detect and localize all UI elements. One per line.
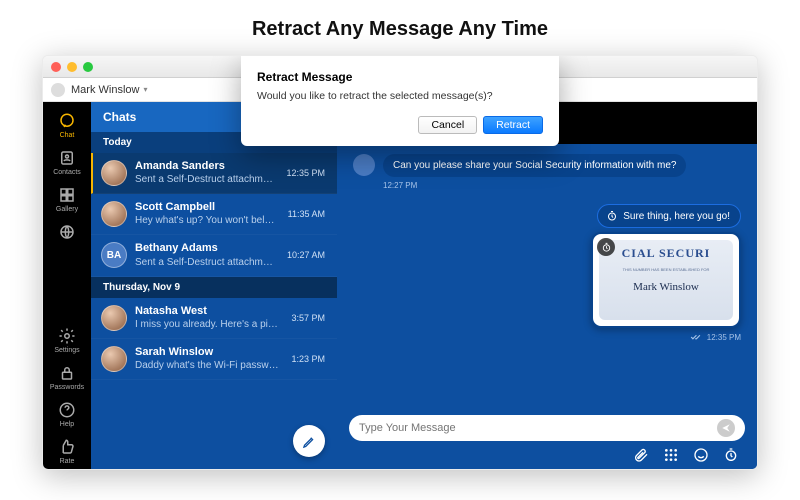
user-name: Mark Winslow [71,84,139,96]
chat-time: 10:27 AM [287,250,325,260]
keypad-icon[interactable] [663,447,679,463]
gear-icon [58,327,76,345]
chat-name: Amanda Sanders [135,160,274,173]
attachment-signature: Mark Winslow [633,281,699,293]
chat-row[interactable]: Natasha WestI miss you already. Here's a… [91,298,337,339]
rail-label: Help [60,421,74,428]
rail-help[interactable]: Help [43,397,91,432]
chat-row[interactable]: Amanda SandersSent a Self-Destruct attac… [91,153,337,194]
rail-gallery[interactable]: Gallery [43,182,91,217]
thumbs-up-icon [58,438,76,456]
outgoing-attachment[interactable]: CIAL SECURI THIS NUMBER HAS BEEN ESTABLI… [591,232,741,328]
incoming-message[interactable]: Can you please share your Social Securit… [353,154,741,177]
rail-label: Passwords [50,384,84,391]
attachment-banner: CIAL SECURI [622,246,711,261]
incoming-text: Can you please share your Social Securit… [383,154,686,177]
composer [337,407,757,469]
send-icon [721,423,731,433]
rail-chat[interactable]: Chat [43,108,91,143]
lock-icon [58,364,76,382]
chat-preview: Daddy what's the Wi-Fi password at the … [135,359,279,372]
contacts-icon [58,149,76,167]
rail-globe[interactable] [43,219,91,247]
incoming-time: 12:27 PM [383,181,741,190]
rail-label: Gallery [56,206,78,213]
rail-passwords[interactable]: Passwords [43,360,91,395]
chat-row[interactable]: Sarah WinslowDaddy what's the Wi-Fi pass… [91,339,337,380]
chat-name: Scott Campbell [135,201,276,214]
chat-name: Sarah Winslow [135,346,279,359]
rail-label: Chat [60,132,75,139]
dialog-title: Retract Message [257,70,543,84]
user-avatar-icon [51,83,65,97]
chat-time: 12:35 PM [286,168,325,178]
attachment-timer-badge [597,238,615,256]
attach-icon[interactable] [633,447,649,463]
chat-preview: Sent a Self-Destruct attachment. [135,256,275,269]
retract-dialog: Retract Message Would you like to retrac… [241,56,559,146]
timer-icon [601,242,612,253]
chat-name: Bethany Adams [135,242,275,255]
emoji-icon[interactable] [693,447,709,463]
page-heading: Retract Any Message Any Time [0,0,800,55]
outgoing-status: 12:35 PM [690,332,741,342]
nav-rail: Chat Contacts Gallery Settings Passwo [43,102,91,469]
chat-row[interactable]: Scott CampbellHey what's up? You won't b… [91,194,337,235]
self-destruct-timer-icon[interactable] [723,447,739,463]
conversation-body[interactable]: Can you please share your Social Securit… [337,144,757,407]
help-icon [58,401,76,419]
timer-icon [606,210,618,222]
chat-preview: I miss you already. Here's a pic to reme… [135,318,279,331]
chat-preview: Sent a Self-Destruct attachment. [135,173,274,186]
new-chat-button[interactable] [293,425,325,457]
compose-icon [302,434,317,449]
retract-button[interactable]: Retract [483,116,543,134]
chat-time: 1:23 PM [291,354,325,364]
message-input[interactable] [359,422,717,434]
app-window: KeeperChat Mark Winslow ▾ Chat Contacts … [42,55,758,470]
chatlist-group-label: Thursday, Nov 9 [91,277,337,298]
cancel-button[interactable]: Cancel [418,116,477,134]
rail-contacts[interactable]: Contacts [43,145,91,180]
send-button[interactable] [717,419,735,437]
globe-icon [58,223,76,241]
outgoing-time: 12:35 PM [707,333,741,342]
outgoing-text: Sure thing, here you go! [623,211,730,222]
attachment-line: THIS NUMBER HAS BEEN ESTABLISHED FOR [623,267,710,273]
chat-avatar-icon [101,160,127,186]
outgoing-message[interactable]: Sure thing, here you go! [597,204,741,228]
chat-time: 3:57 PM [291,313,325,323]
rail-label: Contacts [53,169,81,176]
composer-tools [349,441,745,463]
chatlist-groups: TodayAmanda SandersSent a Self-Destruct … [91,132,337,380]
rail-label: Rate [60,458,75,465]
rail-rate[interactable]: Rate [43,434,91,469]
dialog-body: Would you like to retract the selected m… [257,90,543,102]
chat-row[interactable]: BA Bethany AdamsSent a Self-Destruct atta… [91,235,337,276]
rail-settings[interactable]: Settings [43,323,91,358]
chat-list: Chats TodayAmanda SandersSent a Self-Des… [91,102,337,469]
chat-avatar-icon: BA [101,242,127,268]
chat-avatar-icon [101,201,127,227]
chat-icon [58,112,76,130]
chat-avatar-icon [101,346,127,372]
chat-preview: Hey what's up? You won't believe what j … [135,214,276,227]
composer-row [349,415,745,441]
rail-label: Settings [54,347,79,354]
conversation-panel: Can you please share your Social Securit… [337,102,757,469]
chat-time: 11:35 AM [288,209,325,219]
gallery-icon [58,186,76,204]
double-check-icon [690,332,704,342]
chevron-down-icon: ▾ [143,85,147,94]
chat-avatar-icon [101,305,127,331]
sender-avatar-icon [353,154,375,176]
chat-name: Natasha West [135,305,279,318]
